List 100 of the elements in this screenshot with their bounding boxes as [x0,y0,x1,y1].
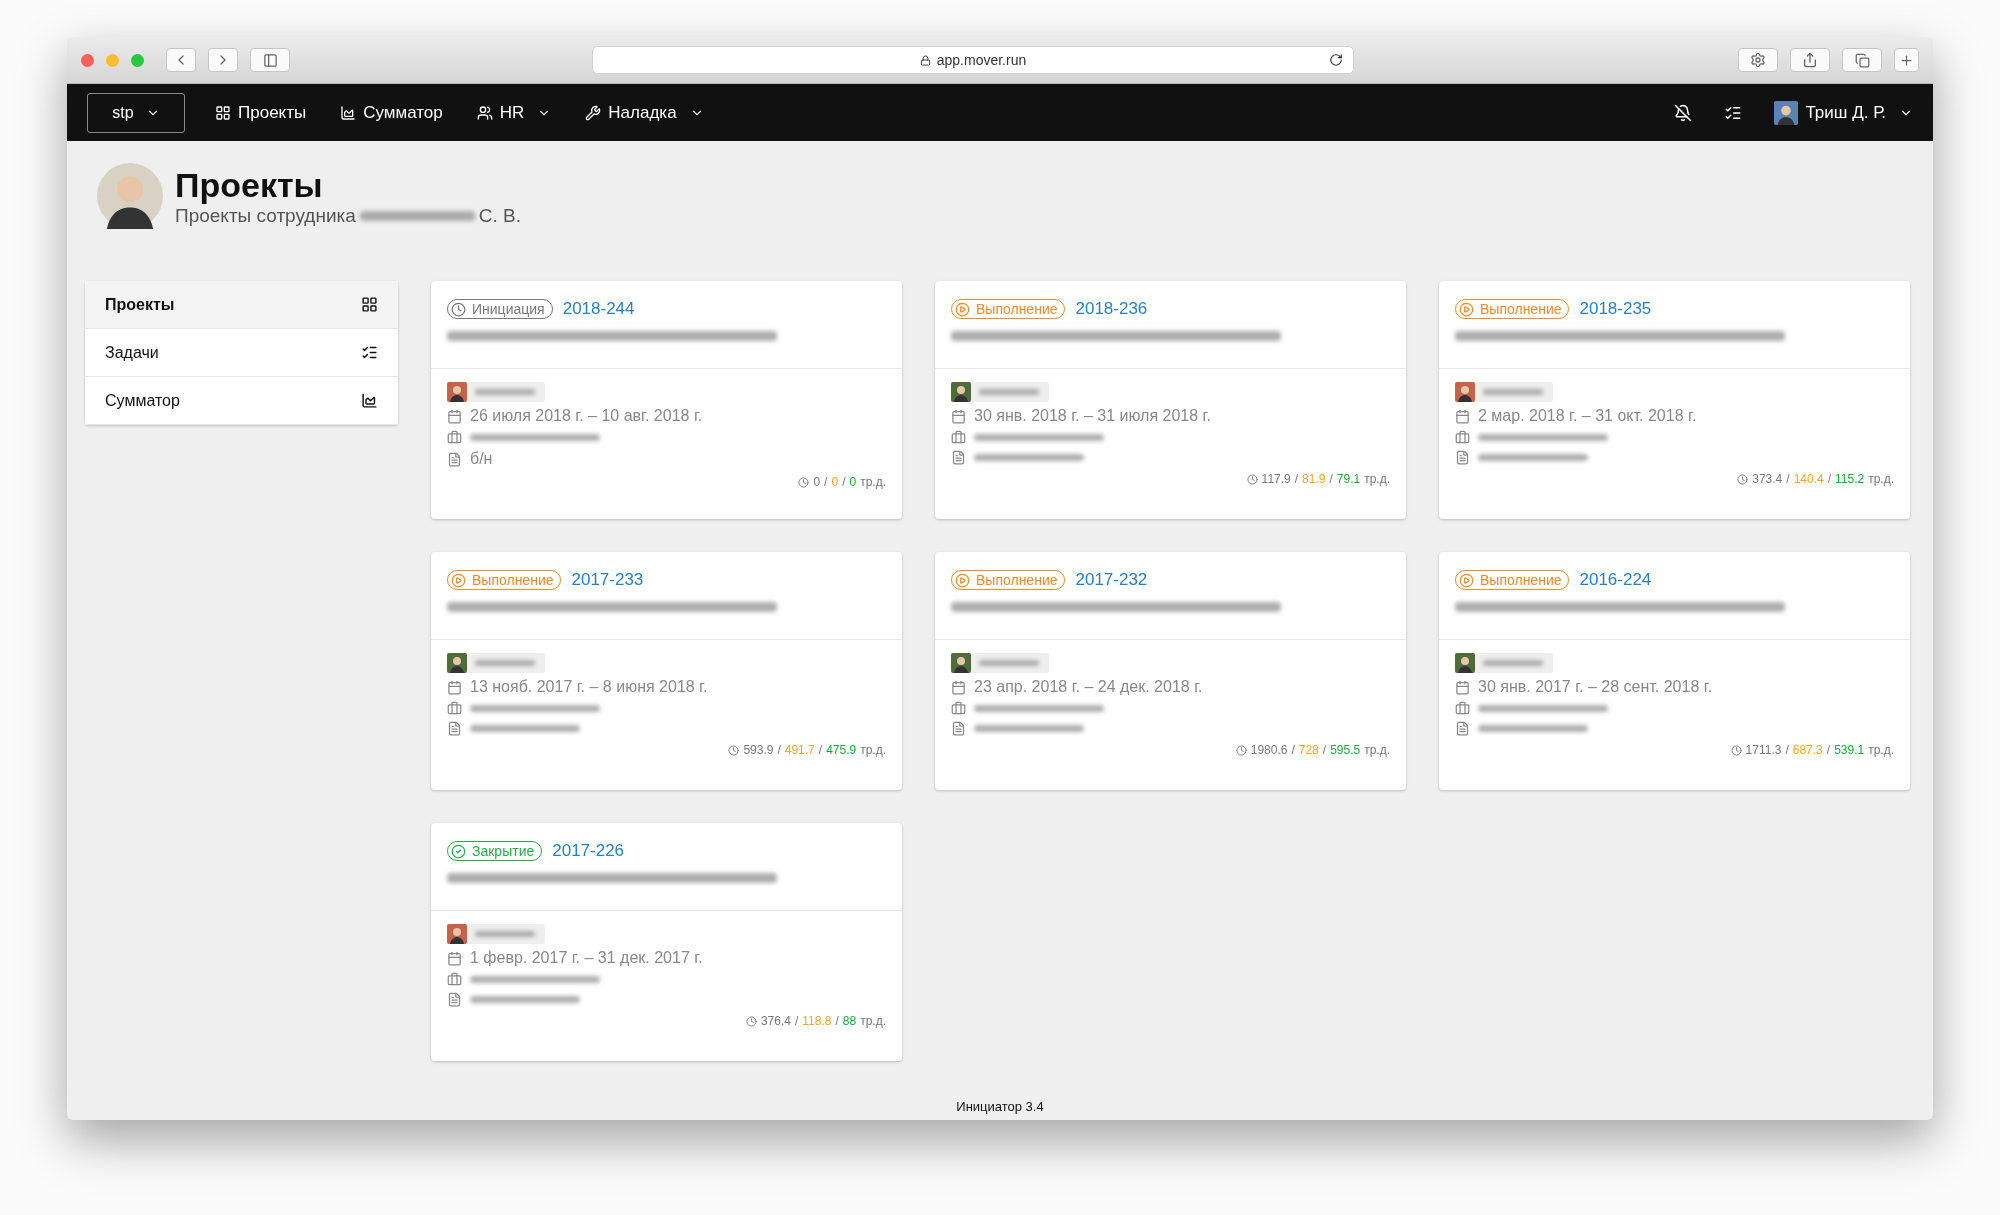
users-icon [476,104,493,121]
date-range: 30 янв. 2018 г. – 31 июля 2018 г. [974,407,1211,425]
date-range: 23 апр. 2018 г. – 24 дек. 2018 г. [974,678,1203,696]
user-avatar-icon [1774,100,1799,125]
hours-spent: 687.3 [1792,743,1823,757]
nav-menu-item[interactable]: Наладка [585,102,704,123]
user-menu[interactable]: Триш Д. Р. [1774,100,1913,125]
separator: / [777,743,781,757]
new-tab-button[interactable] [1894,48,1919,72]
hours-unit: тр.д. [1868,743,1894,757]
project-code-link[interactable]: 2018-244 [562,299,635,319]
hours-unit: тр.д. [1364,743,1390,757]
clock-icon [1730,744,1742,756]
briefcase-icon [1455,701,1470,716]
checklist-icon [361,344,378,361]
project-code-link[interactable]: 2017-226 [552,841,625,861]
project-code-link[interactable]: 2018-235 [1579,299,1652,319]
document-icon [447,451,462,467]
play-icon [955,301,970,317]
briefcase-icon [951,430,966,445]
hours-spent: 491.7 [784,743,815,757]
separator: / [835,1014,839,1028]
grid-icon [215,104,231,121]
hours-unit: тр.д. [860,743,886,757]
footer-text: Инициатор 3.4 [956,1099,1044,1114]
reload-icon[interactable] [1329,53,1343,67]
area-chart-icon [361,392,378,409]
share-icon [1802,52,1818,68]
separator: / [1291,743,1295,757]
address-field[interactable]: app.mover.run [592,46,1354,74]
document-icon [1455,721,1470,736]
briefcase-icon [447,972,462,987]
notifications-off-icon[interactable] [1674,103,1693,122]
date-range: 30 янв. 2017 г. – 28 сент. 2018 г. [1478,678,1713,696]
url-text: app.mover.run [936,52,1027,68]
tabs-button[interactable] [1842,48,1882,72]
separator: / [1329,472,1333,486]
nav-menu-item[interactable]: Сумматор [340,102,443,123]
check-icon [451,843,466,859]
clock-icon [1737,473,1749,485]
sidebar-item[interactable]: Сумматор [85,377,398,425]
project-code-link[interactable]: 2016-224 [1579,570,1652,590]
clock-icon [798,476,810,488]
separator: / [842,475,846,489]
hours-total: 373.4 [1752,472,1783,486]
clock-icon [745,1015,757,1027]
hours-done: 539.1 [1834,743,1865,757]
sidebar-toggle-button[interactable] [250,48,290,72]
calendar-icon [447,950,462,966]
document-icon [447,721,462,736]
calendar-icon [951,408,966,424]
play-icon [1459,572,1474,588]
document-icon [1455,450,1470,465]
separator: / [1826,743,1831,757]
area-chart-icon [340,104,357,121]
project-code-link[interactable]: 2017-233 [571,570,644,590]
sidebar-item[interactable]: Задачи [85,329,398,377]
nav-menu-item[interactable]: HR [476,102,552,123]
hours-unit: тр.д. [1868,472,1894,486]
grid-icon [361,296,378,313]
hours-total: 1711.3 [1745,743,1782,757]
share-button[interactable] [1790,48,1830,72]
separator: / [1786,472,1790,486]
settings-icon [1750,52,1766,68]
org-dropdown[interactable]: stp [87,92,185,133]
hours-total: 117.9 [1261,472,1291,486]
hours-spent: 728 [1298,743,1319,757]
sidebar-item[interactable]: Проекты [85,281,398,329]
close-window-button[interactable] [81,53,94,67]
play-icon [955,572,970,588]
page-subtitle: Проекты сотрудника [175,204,356,227]
calendar-icon [1455,679,1470,695]
hours-spent: 140.4 [1793,472,1824,486]
plus-icon [1899,52,1914,68]
date-range: 2 мар. 2018 г. – 31 окт. 2018 г. [1478,407,1697,425]
clock-icon [1235,744,1247,756]
project-code-link[interactable]: 2017-232 [1075,570,1148,590]
separator: / [818,743,823,757]
play-icon [451,572,466,588]
separator: / [794,1014,799,1028]
hours-unit: тр.д. [860,1014,886,1028]
nav-menu-item[interactable]: Проекты [215,102,307,123]
date-range: 13 нояб. 2017 г. – 8 июня 2018 г. [470,678,708,696]
briefcase-icon [447,430,462,445]
briefcase-icon [951,701,966,716]
document-icon [447,992,462,1007]
play-icon [1459,301,1474,317]
clock-icon [1246,473,1258,485]
hours-done: 0 [849,475,857,489]
hours-spent: 81.9 [1302,472,1326,486]
hours-done: 115.2 [1835,472,1865,486]
tabs-icon [1854,52,1870,68]
briefcase-icon [1455,430,1470,445]
clock-icon [451,301,466,317]
project-code-link[interactable]: 2018-236 [1075,299,1148,319]
settings-button[interactable] [1738,48,1778,72]
date-range: 26 июля 2018 г. – 10 авг. 2018 г. [470,407,703,425]
clock-icon [728,744,740,756]
document-number: б/н [470,450,493,468]
hours-done: 79.1 [1336,472,1361,486]
